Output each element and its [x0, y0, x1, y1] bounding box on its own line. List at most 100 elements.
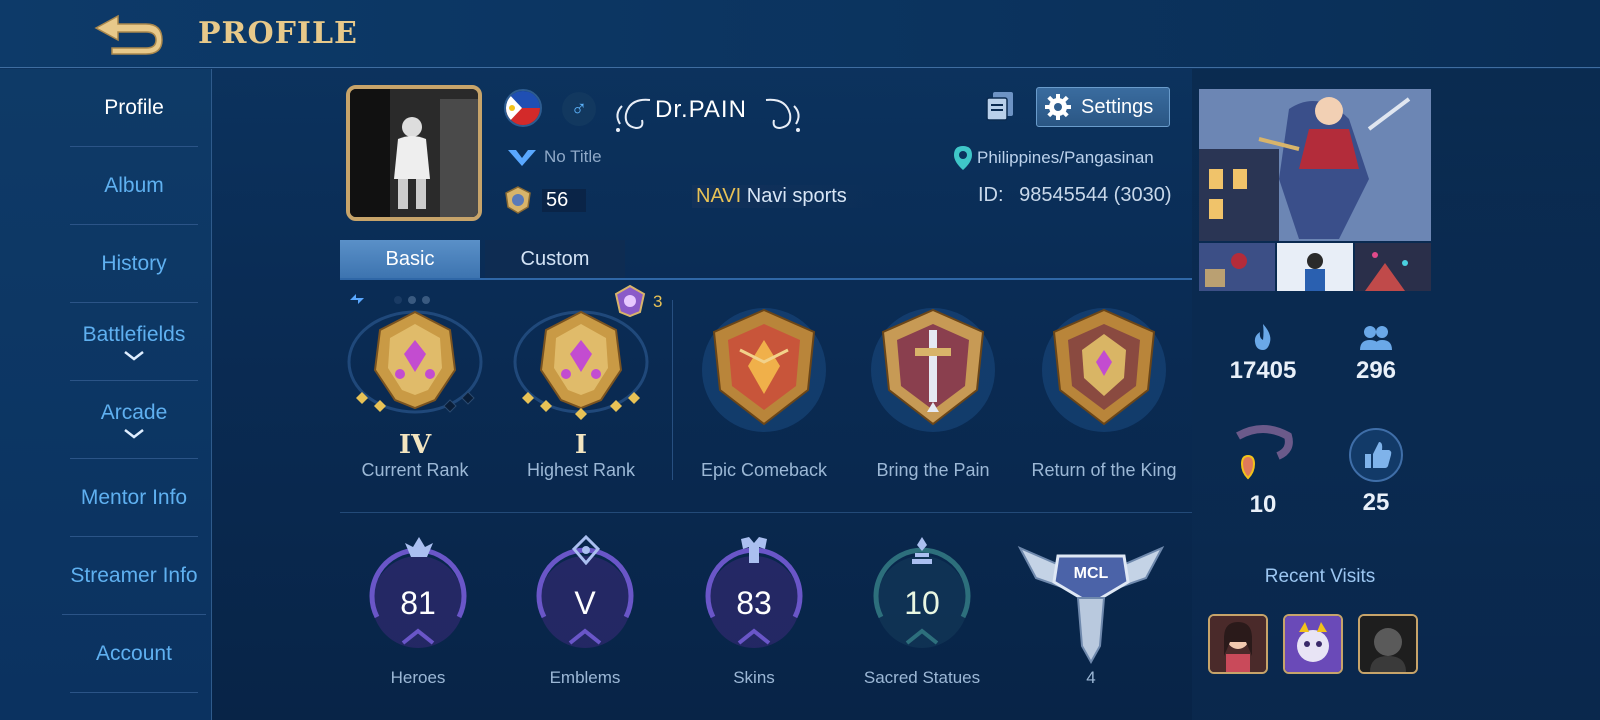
skins-count: 83 — [736, 585, 772, 621]
popularity-value: 17405 — [1229, 357, 1297, 384]
thumbs-up-icon — [1349, 428, 1403, 482]
heart-pendant-icon — [1236, 425, 1293, 480]
sidebar-item-label: Profile — [104, 95, 164, 119]
tab-basic[interactable]: Basic — [340, 240, 480, 278]
stat-label: Sacred Statues — [863, 668, 981, 687]
achievement-badge-icon — [1042, 308, 1166, 432]
sidebar-item-account[interactable]: Account — [70, 615, 198, 693]
recent-visits-title: Recent Visits — [1264, 566, 1376, 587]
player-level: 56 — [502, 185, 587, 215]
sidebar-item-label: History — [101, 251, 167, 275]
achievement-bring-the-pain[interactable]: Bring the Pain — [853, 300, 1013, 490]
flame-icon — [1254, 324, 1271, 350]
achievement-label: Epic Comeback — [700, 460, 828, 480]
hero-thumbnail[interactable] — [1199, 243, 1275, 291]
player-name: Dr.PAIN — [655, 96, 747, 123]
rank-divider — [672, 300, 673, 480]
sacred-statues-count: 10 — [904, 585, 940, 621]
sidebar-item-battlefields[interactable]: Battlefields — [70, 303, 198, 381]
achievement-badge-icon — [871, 308, 995, 432]
popularity-stat[interactable]: 17405 — [1203, 322, 1323, 385]
mythic-rank-emblem-icon — [513, 310, 649, 420]
mcl-trophy-icon: MCL — [1017, 545, 1165, 665]
sidebar-item-label: Account — [96, 641, 172, 665]
mcl-count: 4 — [1086, 668, 1096, 687]
name-ornament-left-icon — [616, 98, 651, 132]
gear-icon — [1045, 94, 1071, 120]
profile-card-icon[interactable] — [985, 90, 1015, 122]
highest-rank-card[interactable]: I Highest Rank — [506, 300, 656, 490]
header-bar: PROFILE — [0, 0, 1600, 68]
hero-showcase-image[interactable] — [1199, 89, 1431, 241]
mcl-badge-text: MCL — [1074, 565, 1109, 582]
tab-custom[interactable]: Custom — [485, 240, 625, 278]
achievement-return-of-the-king[interactable]: Return of the King — [1016, 300, 1192, 490]
achievement-label: Return of the King — [1031, 460, 1177, 480]
squad-info[interactable]: NAVI Navi sports — [692, 185, 877, 208]
back-arrow-icon — [94, 14, 163, 55]
sidebar-item-history[interactable]: History — [70, 225, 198, 303]
level-badge-icon — [505, 186, 531, 214]
player-avatar[interactable] — [346, 85, 482, 221]
location-text: Philippines/Pangasinan — [977, 148, 1154, 167]
recent-visitor-avatar[interactable] — [1283, 614, 1343, 674]
country-flag-icon — [504, 89, 542, 127]
stat-emblems[interactable]: V — [530, 535, 640, 665]
section-divider — [340, 512, 1192, 513]
mcl-badge[interactable]: MCL — [1016, 538, 1166, 665]
player-location: Philippines/Pangasinan — [953, 145, 1154, 171]
heroes-count: 81 — [400, 585, 436, 621]
statue-icon — [912, 537, 932, 564]
current-rank-label: Current Rank — [361, 460, 469, 480]
squad-tag: NAVI — [696, 185, 742, 207]
player-title-text: No Title — [544, 147, 602, 166]
settings-button[interactable]: Settings — [1036, 87, 1170, 127]
sidebar-item-label: Battlefields — [82, 322, 186, 346]
player-id[interactable]: ID: 98545544 (3030) — [978, 184, 1171, 207]
mythic-rank-emblem-icon — [347, 310, 483, 414]
sidebar-item-mentor-info[interactable]: Mentor Info — [70, 459, 198, 537]
heroes-icon — [405, 537, 433, 557]
current-rank-tier: IV — [398, 430, 432, 460]
charm-value: 10 — [1249, 491, 1277, 518]
highest-rank-label: Highest Rank — [526, 460, 636, 480]
sidebar-item-streamer-info[interactable]: Streamer Info — [62, 537, 206, 615]
emblems-level: V — [574, 585, 596, 621]
current-rank-card[interactable]: IV Current Rank — [340, 300, 490, 490]
recent-visitor-avatar[interactable] — [1358, 614, 1418, 674]
hero-thumbnail[interactable] — [1277, 243, 1353, 291]
stat-skins[interactable]: 83 — [699, 535, 809, 665]
sidebar-item-album[interactable]: Album — [70, 147, 198, 225]
back-button[interactable] — [90, 8, 168, 58]
stat-label: Heroes — [390, 668, 446, 687]
sidebar: Profile Album History Battlefields Arcad… — [0, 69, 212, 720]
sidebar-item-profile[interactable]: Profile — [70, 69, 198, 147]
settings-label: Settings — [1081, 95, 1154, 118]
name-ornament-right-icon — [765, 98, 800, 132]
sidebar-item-label: Mentor Info — [80, 485, 188, 509]
chevron-down-icon — [124, 428, 144, 439]
achievement-badge-icon — [702, 308, 826, 432]
page-title: PROFILE — [198, 16, 358, 51]
stat-heroes[interactable]: 81 — [363, 535, 473, 665]
likes-stat[interactable]: 25 — [1316, 426, 1436, 517]
followers-stat[interactable]: 296 — [1316, 322, 1436, 385]
likes-value: 25 — [1362, 489, 1390, 516]
hero-thumbnail[interactable] — [1355, 243, 1431, 291]
gender-male-icon: ♂ — [562, 92, 596, 126]
recent-visitor-avatar[interactable] — [1208, 614, 1268, 674]
stat-label: Skins — [733, 668, 775, 687]
charm-stat[interactable]: 10 — [1203, 416, 1323, 519]
tab-label: Basic — [385, 247, 435, 270]
emblems-icon — [571, 535, 601, 565]
sidebar-item-arcade[interactable]: Arcade — [70, 381, 198, 459]
tab-label: Custom — [520, 247, 590, 270]
player-id-value: 98545544 (3030) — [1019, 184, 1172, 206]
highest-rank-tier: I — [574, 430, 588, 460]
chevron-down-icon — [124, 350, 144, 361]
player-title[interactable]: No Title — [506, 146, 602, 168]
achievement-epic-comeback[interactable]: Epic Comeback — [684, 300, 844, 490]
stat-label: Emblems — [549, 668, 621, 687]
stat-sacred-statues[interactable]: 10 — [867, 535, 977, 665]
hero-art-illustration — [1199, 89, 1431, 241]
